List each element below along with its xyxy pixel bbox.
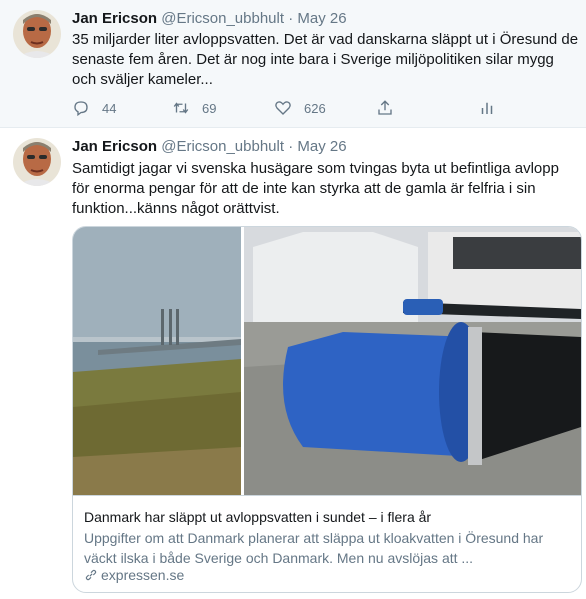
tweet-header: Jan Ericson @Ericson_ubbhult · May 26: [72, 137, 347, 157]
card-domain-text: expressen.se: [101, 567, 185, 583]
reply-button[interactable]: 44: [72, 96, 116, 120]
link-card[interactable]: Danmark har släppt ut avloppsvatten i su…: [72, 226, 582, 593]
tweet-header: Jan Ericson @Ericson_ubbhult · May 26: [72, 9, 347, 29]
author-name[interactable]: Jan Ericson: [72, 138, 157, 155]
share-icon: [378, 100, 392, 115]
retweet-count: 69: [202, 100, 217, 116]
analytics-button[interactable]: [478, 96, 508, 120]
tweet-text: 35 miljarder liter avloppsvatten. Det är…: [72, 31, 579, 88]
share-button[interactable]: [376, 96, 406, 120]
reply-icon: [74, 101, 88, 117]
card-description: Uppgifter om att Danmark planerar att sl…: [84, 530, 544, 566]
like-count: 626: [304, 100, 326, 116]
avatar[interactable]: [13, 10, 61, 58]
separator: ·: [288, 10, 294, 27]
tweet-text: Samtidigt jagar vi svenska husägare som …: [72, 160, 559, 217]
card-title: Danmark har släppt ut avloppsvatten i su…: [84, 509, 432, 525]
author-name[interactable]: Jan Ericson: [72, 10, 157, 27]
separator: ·: [288, 138, 294, 155]
tweet-date[interactable]: May 26: [297, 138, 346, 155]
tweet[interactable]: Jan Ericson @Ericson_ubbhult · May 26 Sa…: [0, 129, 586, 599]
author-handle[interactable]: @Ericson_ubbhult: [161, 10, 284, 27]
retweet-icon: [173, 102, 189, 114]
like-button[interactable]: 626: [274, 96, 326, 120]
avatar[interactable]: [13, 138, 61, 186]
tweet[interactable]: Jan Ericson @Ericson_ubbhult · May 26 35…: [0, 0, 586, 128]
link-icon: [85, 569, 97, 581]
like-icon: [275, 101, 291, 115]
tweet-date[interactable]: May 26: [297, 10, 346, 27]
retweet-button[interactable]: 69: [172, 96, 216, 120]
reply-count: 44: [102, 100, 117, 116]
card-image: [73, 227, 581, 496]
card-domain: expressen.se: [84, 566, 184, 584]
analytics-icon: [481, 102, 493, 114]
tweet-actions: 44 69 626: [72, 96, 502, 120]
author-handle[interactable]: @Ericson_ubbhult: [161, 138, 284, 155]
